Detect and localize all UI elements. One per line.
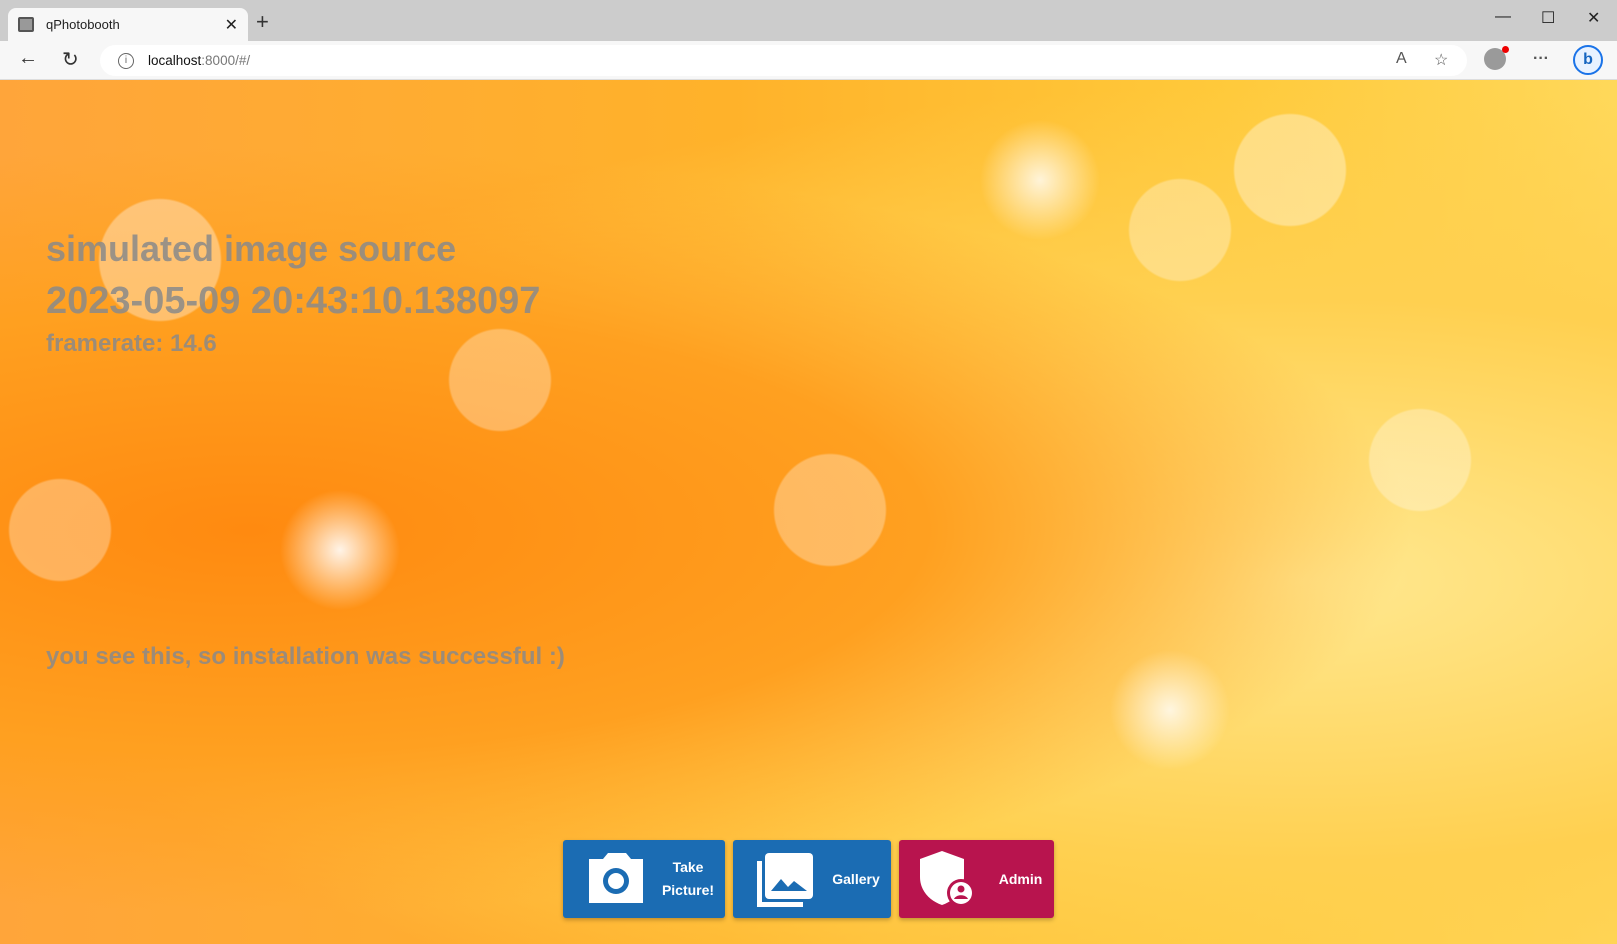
profile-avatar[interactable] xyxy=(1484,46,1509,70)
refresh-icon[interactable]: ↻ xyxy=(62,47,79,72)
minimize-icon[interactable]: — xyxy=(1495,8,1511,26)
bing-icon[interactable]: b xyxy=(1573,45,1603,75)
admin-shield-icon xyxy=(920,851,975,907)
url-path: :8000/#/ xyxy=(201,53,251,68)
info-icon[interactable]: i xyxy=(118,52,134,69)
more-icon[interactable]: ··· xyxy=(1533,50,1549,68)
close-window-icon[interactable]: ✕ xyxy=(1587,8,1600,28)
url-host: localhost xyxy=(148,53,202,68)
admin-button[interactable]: Admin xyxy=(899,840,1054,918)
gallery-label: Gallery xyxy=(832,870,880,887)
browser-tab[interactable]: qPhotobooth ✕ xyxy=(8,8,248,41)
maximize-icon[interactable]: ☐ xyxy=(1541,8,1555,28)
url-input[interactable]: i localhost:8000/#/ xyxy=(100,45,1467,76)
success-message: you see this, so installation was succes… xyxy=(46,643,565,670)
source-label: simulated image source xyxy=(46,228,457,269)
back-icon[interactable]: ← xyxy=(18,47,38,70)
gallery-button[interactable]: Gallery xyxy=(733,840,891,918)
take-label-1: Take xyxy=(672,859,704,875)
take-label-2: Picture! xyxy=(661,882,715,898)
admin-label: Admin xyxy=(998,870,1043,887)
timestamp: 2023-05-09 20:43:10.138097 xyxy=(46,280,541,322)
read-aloud-icon[interactable]: A xyxy=(1396,50,1407,68)
gallery-icon xyxy=(757,853,813,907)
camera-icon xyxy=(589,853,643,903)
favicon-icon xyxy=(18,17,34,32)
photobooth-page: simulated image source 2023-05-09 20:43:… xyxy=(0,80,1617,944)
framerate: framerate: 14.6 xyxy=(46,330,217,357)
tab-bar: qPhotobooth ✕ + — ☐ ✕ xyxy=(0,0,1617,41)
take-picture-button[interactable]: Take Picture! xyxy=(563,840,725,918)
close-tab-icon[interactable]: ✕ xyxy=(225,15,238,35)
add-favorite-icon[interactable]: ☆ xyxy=(1434,50,1448,70)
address-bar: ← ↻ i localhost:8000/#/ A ☆ ··· b xyxy=(0,41,1617,80)
tab-title: qPhotobooth xyxy=(46,17,120,32)
new-tab-icon[interactable]: + xyxy=(256,9,269,35)
